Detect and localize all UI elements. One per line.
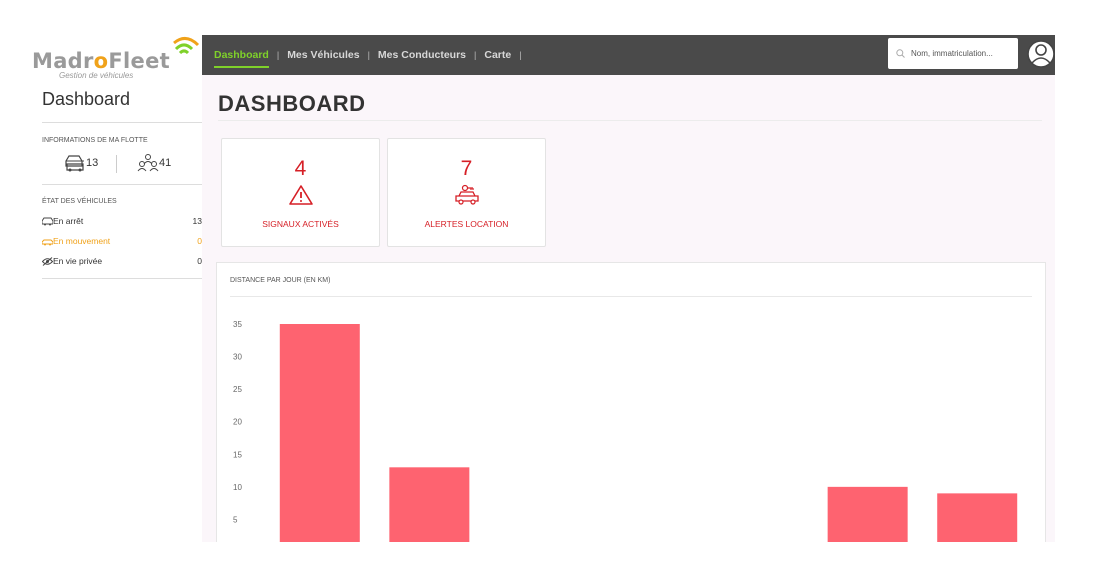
signal-icon <box>173 37 200 55</box>
logo-tagline: Gestion de véhicules <box>59 71 134 80</box>
state-label: En arrêt <box>53 216 84 226</box>
search-input[interactable] <box>911 49 1011 58</box>
warning-icon <box>222 184 379 206</box>
page-footer-area <box>0 542 1098 568</box>
nav-carte[interactable]: Carte <box>484 49 511 61</box>
y-tick-label: 35 <box>233 320 242 329</box>
state-count: 13 <box>192 216 202 226</box>
vehicles-stat[interactable]: 13 <box>64 153 98 173</box>
y-tick-label: 20 <box>233 418 242 427</box>
y-tick-label: 5 <box>233 515 238 524</box>
sidebar-divider <box>42 278 202 279</box>
card-label: SIGNAUX ACTIVÉS <box>262 219 339 229</box>
page-title: DASHBOARD <box>218 91 366 116</box>
nav-separator: | <box>474 50 477 60</box>
main-nav: Dashboard | Mes Véhicules | Mes Conducte… <box>214 35 530 75</box>
main-content: DASHBOARD 4 SIGNAUX ACTIVÉS 7 ALERTES LO… <box>202 75 1055 542</box>
car-key-icon <box>388 184 545 206</box>
card-label: ALERTES LOCATION <box>424 219 509 229</box>
nav-dashboard[interactable]: Dashboard <box>214 49 269 68</box>
search-box[interactable] <box>888 38 1018 69</box>
card-alertes-location[interactable]: 7 ALERTES LOCATION <box>387 138 546 247</box>
car-fleet-icon <box>65 155 84 172</box>
user-avatar-icon[interactable] <box>1026 39 1056 69</box>
moving-car-icon <box>42 239 53 245</box>
car-icon <box>42 217 53 225</box>
state-stopped[interactable]: En arrêt 13 <box>42 215 202 227</box>
sidebar-divider <box>42 184 202 185</box>
search-icon <box>896 49 905 58</box>
drivers-count: 41 <box>159 157 172 169</box>
nav-separator: | <box>276 50 280 60</box>
nav-separator: | <box>367 50 370 60</box>
logo-wordmark: MadroFleet <box>32 49 170 73</box>
drivers-stat[interactable]: 41 <box>137 153 171 173</box>
vehicle-state-heading: ÉTAT DES VÉHICULES <box>42 198 117 205</box>
state-private[interactable]: En vie privée 0 <box>42 255 202 267</box>
y-tick-label: 30 <box>233 353 242 362</box>
distance-bar[interactable] <box>279 324 360 542</box>
top-navigation-bar: Dashboard | Mes Véhicules | Mes Conducte… <box>202 35 1055 75</box>
sidebar: MadroFleet Gestion de véhicules Dashboar… <box>30 25 202 545</box>
y-tick-label: 10 <box>233 483 242 492</box>
app-window: MadroFleet Gestion de véhicules Dashboar… <box>0 0 1098 568</box>
state-label: En vie privée <box>53 256 103 266</box>
sidebar-divider <box>42 122 202 123</box>
card-signaux-actives[interactable]: 4 SIGNAUX ACTIVÉS <box>221 138 380 247</box>
fleet-stats: 13 41 <box>42 153 202 175</box>
distance-bar[interactable] <box>389 467 470 542</box>
stats-divider <box>116 155 117 173</box>
nav-mes-vehicules[interactable]: Mes Véhicules <box>287 49 359 61</box>
y-tick-label: 15 <box>233 450 242 459</box>
vehicles-count: 13 <box>86 157 99 169</box>
madrofleet-logo[interactable]: MadroFleet Gestion de véhicules <box>32 31 202 81</box>
sidebar-title: Dashboard <box>42 89 131 109</box>
distance-chart-panel: DISTANCE PAR JOUR (EN KM) 5 10 15 20 25 30 35 <box>216 262 1046 542</box>
nav-mes-conducteurs[interactable]: Mes Conducteurs <box>378 49 466 61</box>
distance-bar[interactable] <box>827 486 908 542</box>
fleet-info-heading: INFORMATIONS DE MA FLOTTE <box>42 137 148 144</box>
distance-bar-chart: 5 10 15 20 25 30 35 <box>233 320 1018 542</box>
eye-off-icon <box>42 256 53 266</box>
nav-separator: | <box>519 50 522 60</box>
card-value: 4 <box>294 157 307 180</box>
card-value: 7 <box>460 157 473 180</box>
drivers-icon <box>137 154 159 172</box>
title-divider <box>218 120 1042 121</box>
y-tick-label: 25 <box>233 385 242 394</box>
distance-bar[interactable] <box>937 493 1018 542</box>
state-moving[interactable]: En mouvement 0 <box>42 235 202 247</box>
state-label: En mouvement <box>53 236 111 246</box>
